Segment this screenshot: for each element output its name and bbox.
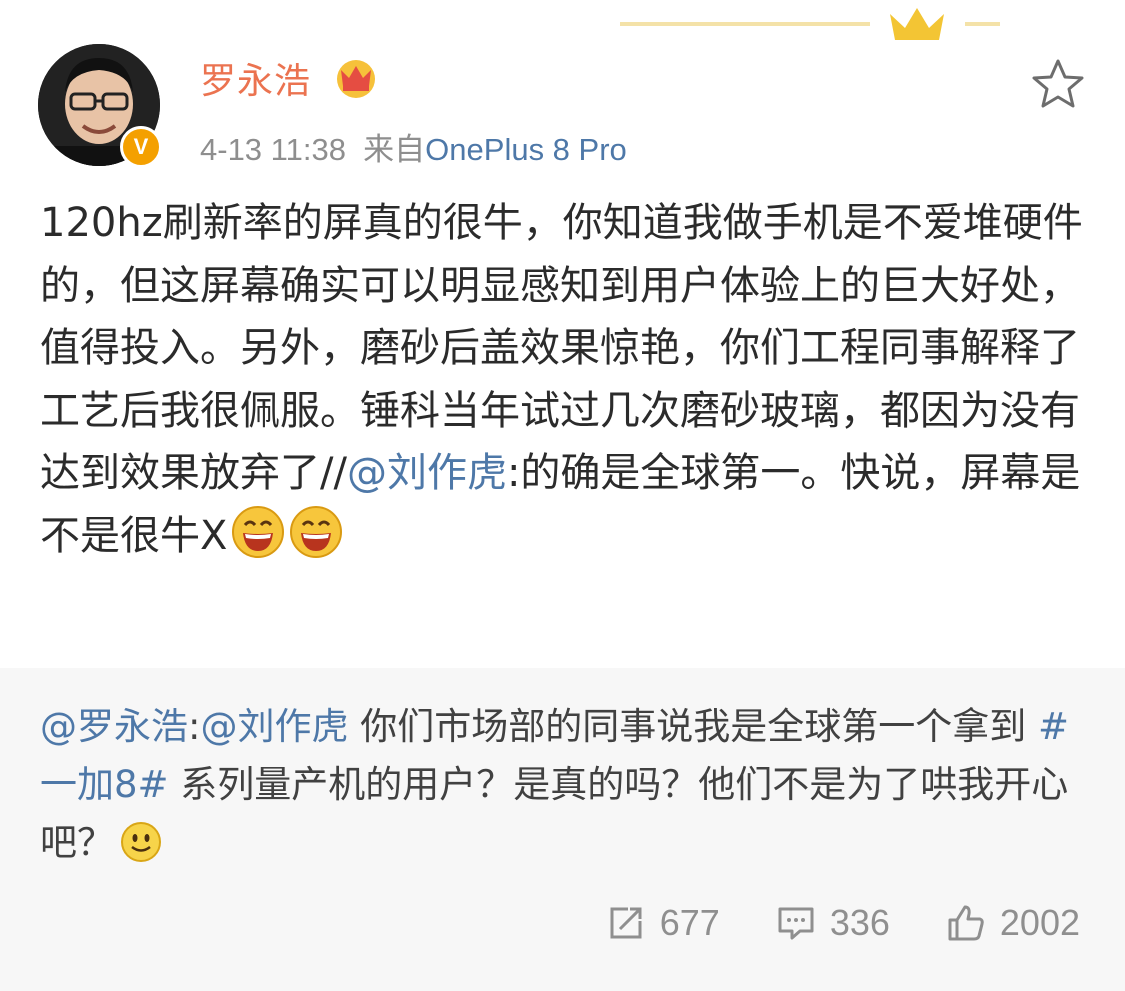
from-label: 来自 — [363, 132, 426, 167]
crown-decoration-icon — [620, 8, 1000, 40]
post-source[interactable]: OnePlus 8 Pro — [425, 132, 627, 167]
repost-icon — [610, 907, 642, 939]
repost-text-part: 系列量产机的用户？是真的吗？他们不是为了哄我开心吧？ — [40, 763, 1069, 864]
repost-count: 677 — [659, 902, 720, 943]
post-body: 120hz刷新率的屏真的很牛，你知道我做手机是不爱堆硬件的，但这屏幕确实可以明显… — [40, 192, 1090, 567]
laugh-emoji-icon — [289, 505, 343, 559]
repost-block[interactable]: @罗永浩:@刘作虎 你们市场部的同事说我是全球第一个拿到 #一加8# 系列量产机… — [0, 668, 1125, 991]
repost-text: @罗永浩:@刘作虎 你们市场部的同事说我是全球第一个拿到 #一加8# 系列量产机… — [40, 698, 1085, 872]
star-icon[interactable] — [1030, 58, 1086, 110]
comment-count: 336 — [829, 902, 890, 943]
repost-text-part: 你们市场部的同事说我是全球第一个拿到 — [348, 705, 1038, 748]
like-count: 2002 — [999, 902, 1080, 943]
post-time: 4-13 11:38 — [200, 132, 346, 167]
action-bar: 677 336 2002 — [606, 902, 1080, 944]
mention-link[interactable]: @刘作虎 — [200, 705, 348, 748]
vip-crown-icon — [337, 60, 375, 98]
mention-link[interactable]: @罗永浩 — [40, 705, 188, 748]
laugh-emoji-icon — [231, 505, 285, 559]
repost-button[interactable]: 677 — [606, 902, 720, 944]
like-button[interactable]: 2002 — [946, 902, 1080, 944]
verified-icon: V — [120, 126, 162, 168]
comment-icon — [778, 907, 814, 940]
smile-emoji-icon — [120, 821, 162, 863]
mention-link[interactable]: @刘作虎 — [347, 450, 507, 496]
colon: : — [188, 705, 201, 748]
like-icon — [948, 905, 984, 941]
post-meta: 4-13 11:38 来自OnePlus 8 Pro — [200, 124, 627, 169]
author-name[interactable]: 罗永浩 — [200, 52, 311, 104]
comment-button[interactable]: 336 — [776, 902, 890, 944]
